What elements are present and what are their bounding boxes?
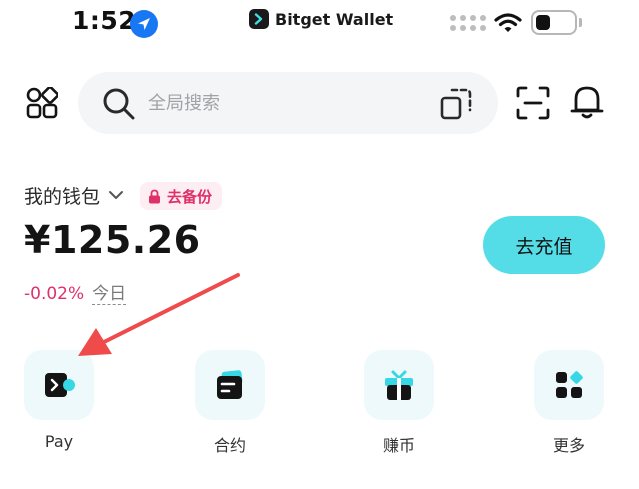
chevron-down-icon — [109, 191, 124, 199]
search-input[interactable] — [148, 88, 428, 118]
pay-icon — [45, 373, 75, 397]
wallet-home-screen: 1:52 Bitget Wallet 全局搜索 我的钱包 去备份 ¥125.26… — [0, 0, 639, 489]
action-label: 合约 — [213, 436, 246, 455]
wallet-name: 我的钱包 — [24, 185, 101, 208]
location-arrow-icon — [130, 10, 158, 38]
action-contract[interactable]: 合约 — [190, 350, 270, 456]
global-search-bar[interactable] — [78, 72, 498, 134]
copy-scan-icon[interactable] — [440, 86, 472, 120]
change-percent: -0.02% — [24, 284, 85, 304]
status-time: 1:52 — [72, 6, 137, 35]
bitget-logo-icon — [249, 9, 269, 29]
wallet-balance: ¥125.26 — [24, 218, 201, 262]
backup-badge[interactable]: 去备份 — [140, 182, 223, 210]
action-more[interactable]: 更多 — [529, 350, 609, 456]
cellular-signal-icon — [450, 15, 486, 35]
action-tile — [364, 350, 434, 420]
action-tile — [534, 350, 604, 420]
change-period[interactable]: 今日 — [92, 284, 127, 305]
action-label: 更多 — [552, 436, 585, 455]
balance-change: -0.02% 今日 — [24, 282, 127, 306]
action-pay[interactable]: Pay — [19, 350, 99, 451]
recharge-button[interactable]: 去充值 — [483, 216, 605, 274]
action-label: Pay — [44, 432, 74, 451]
action-earn[interactable]: 赚币 — [359, 350, 439, 456]
search-icon — [103, 88, 135, 120]
more-grid-icon — [556, 371, 583, 398]
backup-label: 去备份 — [167, 187, 213, 206]
battery-icon — [531, 10, 577, 35]
gift-icon — [385, 370, 413, 400]
battery-tip — [579, 18, 582, 27]
action-tile — [195, 350, 265, 420]
action-label: 赚币 — [382, 436, 415, 455]
notification-bell-icon[interactable] — [570, 84, 604, 120]
action-tile — [24, 350, 94, 420]
app-title-text: Bitget Wallet — [275, 9, 394, 29]
contract-icon — [217, 370, 243, 399]
lock-icon — [149, 189, 160, 203]
wallet-selector[interactable]: 我的钱包 — [24, 180, 124, 210]
qr-scan-icon[interactable] — [516, 86, 550, 120]
app-title: Bitget Wallet — [249, 8, 393, 30]
wifi-icon — [494, 13, 522, 32]
apps-grid-icon[interactable] — [26, 87, 58, 119]
